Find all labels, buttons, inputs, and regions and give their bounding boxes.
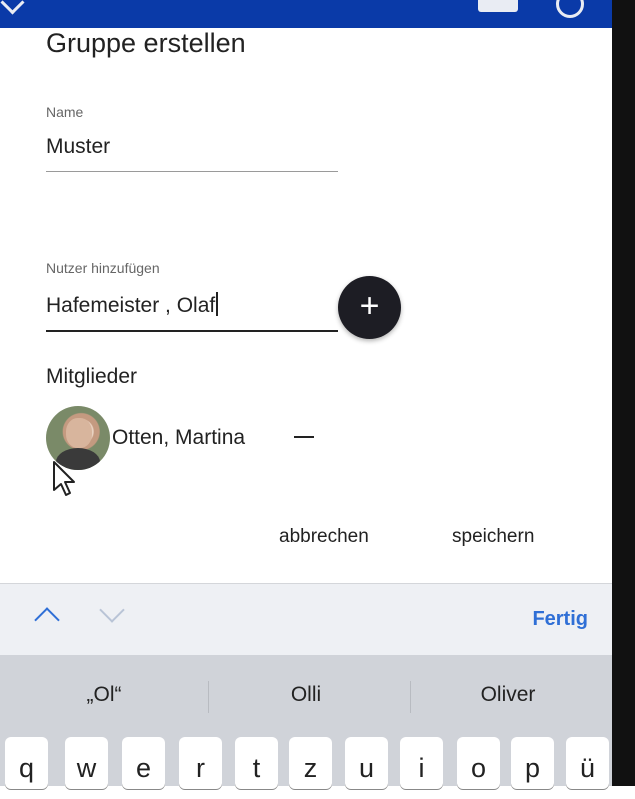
chevron-up-icon[interactable]	[34, 607, 60, 633]
member-name: Otten, Martina	[112, 426, 246, 449]
key-ue[interactable]: ü	[566, 737, 609, 789]
keyboard-toolbar: Fertig	[0, 583, 612, 656]
key-r[interactable]: r	[179, 737, 222, 789]
suggestion-item[interactable]: Olli	[206, 683, 406, 707]
chevron-down-icon[interactable]	[99, 597, 125, 623]
plus-icon: +	[359, 287, 380, 325]
remove-member-button[interactable]	[294, 424, 318, 448]
mouse-pointer-icon	[52, 460, 78, 503]
member-item: Otten, Martina	[46, 406, 346, 472]
text-caret	[216, 292, 219, 316]
key-w[interactable]: w	[65, 737, 108, 789]
name-field[interactable]: Muster	[46, 135, 110, 159]
create-group-dialog: Gruppe erstellen Name Muster Nutzer hinz…	[0, 28, 612, 583]
user-search-text: Hafemeister , Olaf	[46, 294, 216, 317]
suggestion-bar: „Ol“ Olli Oliver	[0, 655, 612, 735]
members-title: Mitglieder	[46, 365, 138, 388]
key-u[interactable]: u	[345, 737, 388, 789]
user-field-label: Nutzer hinzufügen	[46, 260, 160, 276]
cancel-button[interactable]: abbrechen	[279, 526, 369, 548]
name-field-label: Name	[46, 104, 84, 120]
user-field-underline	[46, 330, 338, 332]
avatar-face	[66, 418, 92, 448]
key-e[interactable]: e	[122, 737, 165, 789]
user-search-input[interactable]: Hafemeister , Olaf	[46, 292, 219, 318]
add-user-button[interactable]: +	[338, 276, 401, 339]
key-i[interactable]: i	[400, 737, 443, 789]
save-button[interactable]: speichern	[452, 526, 534, 548]
top-app-bar	[0, 0, 612, 28]
name-field-underline	[46, 171, 338, 172]
circle-icon[interactable]	[556, 0, 584, 18]
keyboard-row: q w e r t z u i o p ü	[0, 735, 612, 789]
screen-edge	[612, 0, 635, 786]
suggestion-item[interactable]: Oliver	[408, 683, 608, 707]
key-q[interactable]: q	[5, 737, 48, 789]
square-icon[interactable]	[478, 0, 518, 12]
back-icon[interactable]	[0, 0, 25, 15]
suggestion-item[interactable]: „Ol“	[4, 683, 204, 707]
done-button[interactable]: Fertig	[532, 608, 588, 631]
key-z[interactable]: z	[289, 737, 332, 789]
key-p[interactable]: p	[511, 737, 554, 789]
key-o[interactable]: o	[457, 737, 500, 789]
key-t[interactable]: t	[235, 737, 278, 789]
dialog-title: Gruppe erstellen	[46, 28, 246, 58]
